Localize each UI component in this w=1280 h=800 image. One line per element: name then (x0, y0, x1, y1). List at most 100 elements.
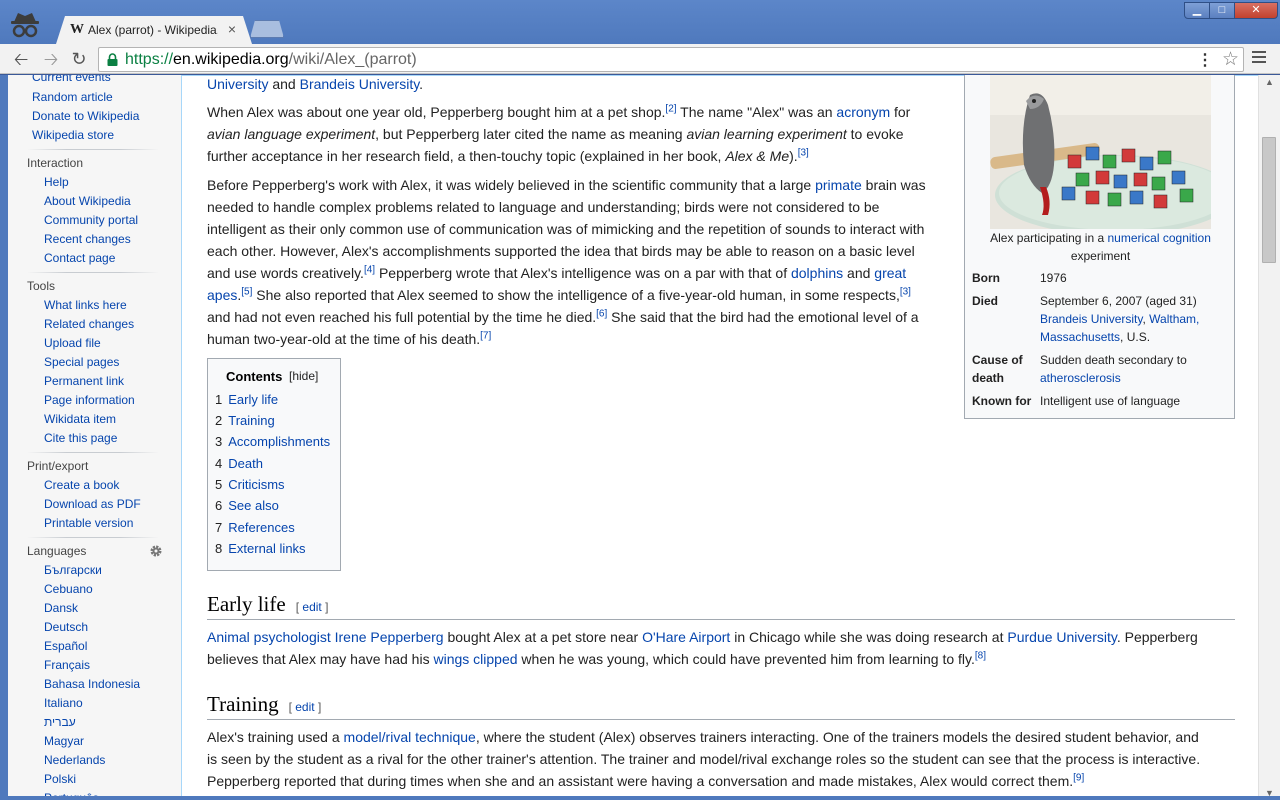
scrollbar-thumb[interactable] (1262, 137, 1276, 263)
link-primate[interactable]: primate (815, 177, 862, 193)
link-atherosclerosis[interactable]: atherosclerosis (1040, 369, 1187, 387)
infobox-caption: Alex participating in a numerical cognit… (990, 231, 1211, 263)
sidebar-item-lang-it[interactable]: Italiano (44, 696, 83, 710)
scroll-up-arrow-icon[interactable]: ▲ (1265, 77, 1274, 87)
link-apes[interactable]: apes (207, 287, 237, 303)
edit-training[interactable]: [ edit ] (289, 700, 322, 714)
toc-item-death[interactable]: 4 Death (215, 456, 263, 471)
link-wings-clipped[interactable]: wings clipped (433, 651, 517, 667)
toc-item-training[interactable]: 2 Training (215, 413, 275, 428)
link-irene-pepperberg[interactable]: Irene Pepperberg (335, 629, 444, 645)
sidebar-item-lang-hu[interactable]: Magyar (44, 734, 84, 748)
window-maximize-button[interactable]: □ (1209, 2, 1235, 19)
infobox: Alex participating in a numerical cognit… (964, 75, 1235, 419)
infobox-known-value: Intelligent use of language (1040, 394, 1181, 408)
sidebar-item-lang-es[interactable]: Español (44, 639, 87, 653)
page-scrollbar[interactable]: ▲ ▼ (1258, 75, 1280, 800)
sidebar-item-lang-bg[interactable]: Български (44, 563, 102, 577)
sidebar-item-related-changes[interactable]: Related changes (44, 317, 134, 331)
link-numerical-cognition[interactable]: numerical cognition (1108, 231, 1211, 245)
address-bar[interactable]: https://en.wikipedia.org/wiki/Alex_(parr… (98, 47, 1244, 72)
sidebar-item-create-book[interactable]: Create a book (44, 478, 119, 492)
link-waltham[interactable]: Waltham, (1149, 312, 1199, 326)
forward-arrow-icon[interactable]: 🡢 (40, 48, 62, 70)
new-tab-button[interactable] (250, 20, 284, 38)
sidebar-item-random-article[interactable]: Random article (32, 90, 113, 104)
toc-hide-link[interactable]: [hide] (289, 369, 318, 383)
page-menu-icon[interactable]: ⋮ (1197, 50, 1213, 70)
paragraph-intelligence: Before Pepperberg's work with Alex, it w… (207, 177, 926, 347)
sidebar-item-wikidata-item[interactable]: Wikidata item (44, 412, 116, 426)
sidebar-item-store[interactable]: Wikipedia store (32, 128, 114, 142)
link-animal-psychologist[interactable]: Animal psychologist (207, 629, 331, 645)
sidebar-item-lang-fr[interactable]: Français (44, 658, 90, 672)
ref-2[interactable]: [2] (665, 103, 676, 114)
sidebar-item-download-pdf[interactable]: Download as PDF (44, 497, 141, 511)
sidebar-item-recent-changes[interactable]: Recent changes (44, 232, 131, 246)
sidebar-item-lang-de[interactable]: Deutsch (44, 620, 88, 634)
sidebar-item-lang-he[interactable]: עברית (44, 715, 76, 729)
parrot-photo[interactable] (990, 75, 1211, 229)
back-arrow-icon[interactable]: 🡠 (10, 48, 32, 70)
chrome-menu-icon[interactable] (1252, 51, 1266, 65)
url-text[interactable]: https://en.wikipedia.org/wiki/Alex_(parr… (125, 51, 417, 69)
window-frame-left (0, 75, 8, 800)
tab-close-icon[interactable]: × (228, 21, 236, 37)
link-model-rival-technique[interactable]: model/rival technique (344, 729, 476, 745)
ref-5[interactable]: [5] (241, 286, 252, 297)
sidebar-item-what-links-here[interactable]: What links here (44, 298, 127, 312)
link-university[interactable]: University (207, 76, 268, 92)
ref-4[interactable]: [4] (364, 264, 375, 275)
sidebar: Current events Random article Donate to … (8, 75, 182, 800)
reload-icon[interactable]: ↻ (68, 48, 90, 70)
sidebar-item-current-events[interactable]: Current events (32, 75, 111, 84)
toc-item-criticisms[interactable]: 5 Criticisms (215, 477, 285, 492)
sidebar-item-about[interactable]: About Wikipedia (44, 194, 131, 208)
infobox-known-label: Known for (972, 394, 1032, 408)
sidebar-item-permanent-link[interactable]: Permanent link (44, 374, 124, 388)
ref-6[interactable]: [6] (596, 308, 607, 319)
ref-7[interactable]: [7] (480, 330, 491, 341)
link-dolphins[interactable]: dolphins (791, 265, 843, 281)
sidebar-item-lang-pl[interactable]: Polski (44, 772, 76, 786)
sidebar-item-special-pages[interactable]: Special pages (44, 355, 119, 369)
intro-paragraph-end: University and Brandeis University. (207, 76, 424, 92)
infobox-born-label: Born (972, 271, 1000, 285)
link-ohare-airport[interactable]: O'Hare Airport (642, 629, 730, 645)
window-close-button[interactable]: ✕ (1234, 2, 1278, 19)
link-great-apes[interactable]: great (874, 265, 906, 281)
gear-icon[interactable] (149, 544, 163, 558)
sidebar-item-donate[interactable]: Donate to Wikipedia (32, 109, 139, 123)
ref-3[interactable]: [3] (798, 147, 809, 158)
window-minimize-button[interactable]: ▁ (1184, 2, 1210, 19)
link-purdue-university[interactable]: Purdue University (1007, 629, 1116, 645)
link-acronym[interactable]: acronym (836, 104, 890, 120)
toc-item-see-also[interactable]: 6 See also (215, 498, 279, 513)
browser-titlebar: W Alex (parrot) - Wikipedia, × ▁ □ ✕ (0, 0, 1280, 44)
ref-8[interactable]: [8] (975, 650, 986, 661)
heading-training: Training[ edit ] (207, 692, 1235, 720)
sidebar-item-lang-nl[interactable]: Nederlands (44, 753, 105, 767)
bookmark-star-icon[interactable]: ☆ (1222, 48, 1239, 71)
toc-item-external-links[interactable]: 8 External links (215, 541, 306, 556)
sidebar-item-contact[interactable]: Contact page (44, 251, 115, 265)
sidebar-item-printable-version[interactable]: Printable version (44, 516, 133, 530)
link-brandeis-university-infobox[interactable]: Brandeis University (1040, 312, 1142, 326)
sidebar-item-community-portal[interactable]: Community portal (44, 213, 138, 227)
sidebar-item-page-information[interactable]: Page information (44, 393, 135, 407)
sidebar-item-lang-ceb[interactable]: Cebuano (44, 582, 93, 596)
sidebar-item-cite-this-page[interactable]: Cite this page (44, 431, 117, 445)
tab-alex-parrot[interactable]: W Alex (parrot) - Wikipedia, × (56, 16, 252, 44)
ref-3b[interactable]: [3] (900, 286, 911, 297)
edit-early-life[interactable]: [ edit ] (296, 600, 329, 614)
link-brandeis-university[interactable]: Brandeis University (300, 76, 420, 92)
toc-item-references[interactable]: 7 References (215, 520, 295, 535)
ref-9[interactable]: [9] (1073, 772, 1084, 783)
sidebar-item-upload-file[interactable]: Upload file (44, 336, 101, 350)
link-massachusetts[interactable]: Massachusetts (1040, 330, 1120, 344)
sidebar-item-help[interactable]: Help (44, 175, 69, 189)
sidebar-item-lang-id[interactable]: Bahasa Indonesia (44, 677, 140, 691)
toc-item-accomplishments[interactable]: 3 Accomplishments (215, 434, 330, 449)
sidebar-item-lang-da[interactable]: Dansk (44, 601, 78, 615)
toc-item-early-life[interactable]: 1 Early life (215, 392, 278, 407)
